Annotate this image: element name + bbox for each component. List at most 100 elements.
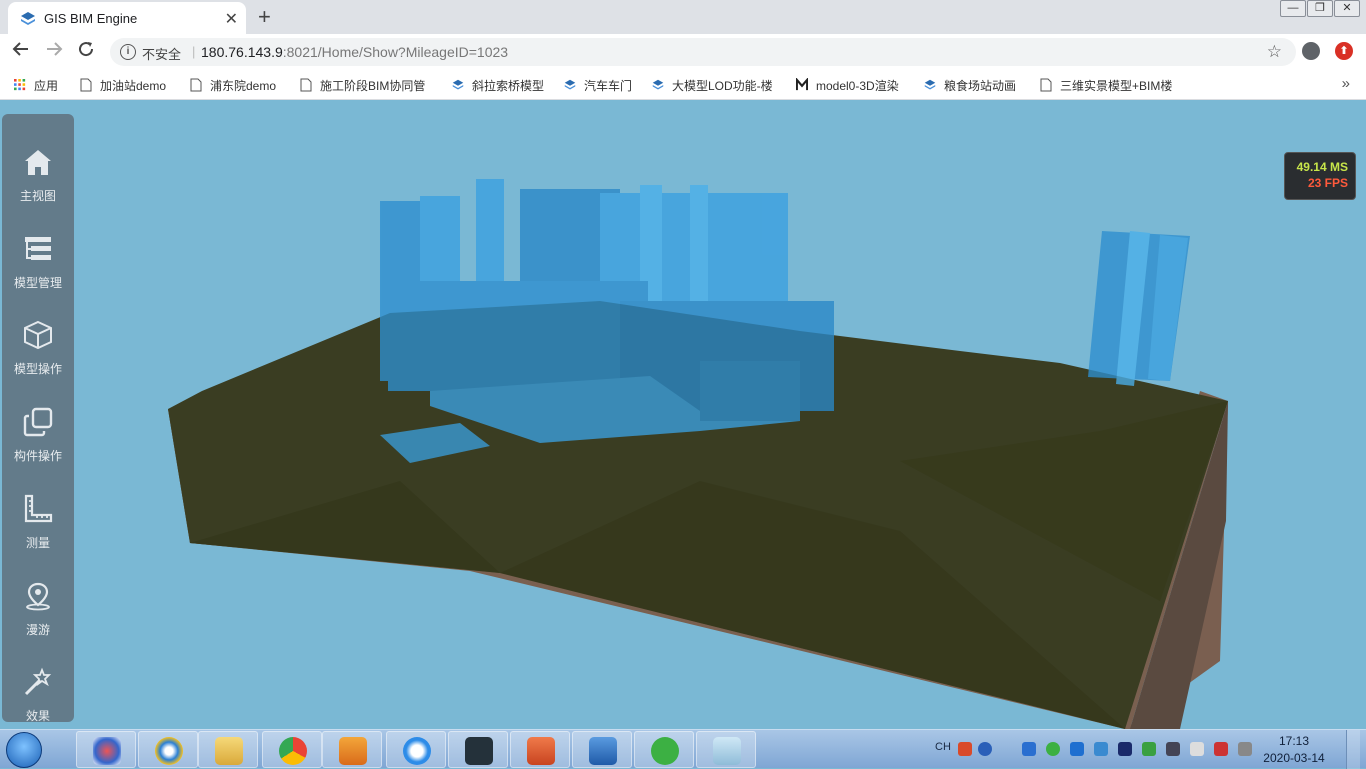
taskbar-app-cloud[interactable] <box>76 731 136 768</box>
app-logo-icon <box>924 79 936 90</box>
bookmarks-bar: 应用 加油站demo 浦东院demo 施工阶段BIM协同管 斜拉索桥模型 汽车车… <box>0 70 1366 100</box>
app-logo-icon <box>452 79 464 90</box>
forward-arrow-icon[interactable] <box>45 40 63 58</box>
url-text[interactable]: 180.76.143.9:8021/Home/Show?MileageID=10… <box>201 44 508 60</box>
bookmark-item[interactable]: 大模型LOD功能-楼 <box>652 77 773 94</box>
clipboard-icon[interactable] <box>1190 742 1204 756</box>
bookmark-label: 施工阶段BIM协同管 <box>320 79 426 93</box>
info-icon[interactable]: i <box>120 44 136 60</box>
taskbar-app-wechat[interactable] <box>634 731 694 768</box>
input-language-indicator[interactable]: CH <box>935 741 951 753</box>
bookmark-label: 汽车车门 <box>584 79 633 93</box>
notes-icon <box>713 737 741 765</box>
bookmark-star-icon[interactable]: ☆ <box>1267 42 1282 62</box>
taskbar-app-word[interactable] <box>572 731 632 768</box>
bookmark-apps[interactable]: 应用 <box>14 77 58 94</box>
address-bar[interactable]: i 不安全 | 180.76.143.9:8021/Home/Show?Mile… <box>110 38 1296 66</box>
sidebar-item-model-management[interactable]: 模型管理 <box>2 234 74 314</box>
sidebar-item-effects[interactable]: 效果 <box>2 667 74 729</box>
building-cluster-main[interactable] <box>380 179 834 443</box>
wechat-tray-icon[interactable] <box>1046 742 1060 756</box>
media-player-icon <box>339 737 367 765</box>
ie-browser-icon <box>155 737 183 765</box>
bookmarks-overflow-button[interactable]: » <box>1342 75 1350 92</box>
url-separator: | <box>192 44 196 59</box>
qq-browser-icon <box>403 737 431 765</box>
sidebar-item-label: 构件操作 <box>13 449 62 463</box>
bookmark-item[interactable]: 加油站demo <box>80 77 166 94</box>
extension-update-icon[interactable]: ⬆ <box>1335 42 1353 60</box>
sidebar-item-measure[interactable]: 测量 <box>2 494 74 574</box>
app-logo-icon <box>21 12 35 25</box>
bookmark-item[interactable]: 斜拉索桥模型 <box>452 77 544 94</box>
clock-time: 17:13 <box>1278 734 1310 748</box>
sogou-input-icon[interactable] <box>958 742 972 756</box>
sidebar-item-home-view[interactable]: 主视图 <box>2 147 74 227</box>
sidebar-item-roaming[interactable]: 漫游 <box>2 581 74 661</box>
system-clock[interactable]: 17:13 2020-03-14 <box>1254 733 1334 767</box>
bookmark-item[interactable]: model0-3D渲染 <box>796 77 899 94</box>
show-desktop-button[interactable] <box>1346 730 1360 769</box>
flag-alert-icon[interactable] <box>1214 742 1228 756</box>
browser-tab[interactable]: GIS BIM Engine ✕ <box>8 2 246 34</box>
url-host: 180.76.143.9 <box>201 44 283 60</box>
bookmark-label: 三维实景模型+BIM楼 <box>1060 79 1173 93</box>
volume-muted-icon[interactable] <box>1238 742 1252 756</box>
wechat-icon <box>651 737 679 765</box>
tab-close-icon[interactable]: ✕ <box>225 9 238 29</box>
scene-canvas[interactable] <box>0 101 1366 729</box>
sidebar-item-label: 测量 <box>25 536 50 550</box>
chrome-icon <box>279 737 307 765</box>
start-button[interactable] <box>6 732 42 768</box>
apps-grid-icon <box>14 79 26 91</box>
taskbar-app-feather[interactable] <box>448 731 508 768</box>
taskbar-app-chrome[interactable] <box>262 731 322 768</box>
location-pin-icon <box>26 582 50 611</box>
taskbar-app-powerpoint[interactable] <box>510 731 570 768</box>
url-path: :8021/Home/Show?MileageID=1023 <box>282 44 509 60</box>
profile-avatar-icon[interactable] <box>1302 42 1320 60</box>
bookmark-item[interactable]: 粮食场站动画 <box>924 77 1016 94</box>
frames-per-second: 23 FPS <box>1307 176 1348 190</box>
feather-app-icon <box>465 737 493 765</box>
sidebar-item-component-operation[interactable]: 构件操作 <box>2 407 74 487</box>
shield-tray-icon[interactable] <box>1094 742 1108 756</box>
taskbar-app-media[interactable] <box>322 731 382 768</box>
page-icon <box>1040 78 1052 92</box>
minimize-button[interactable]: — <box>1280 0 1306 17</box>
ruler-icon <box>24 494 53 523</box>
taskbar-app-notes[interactable] <box>696 731 756 768</box>
cloud-app-icon <box>93 737 121 765</box>
network-adapter-icon[interactable] <box>1022 742 1036 756</box>
bookmark-item[interactable]: 浦东院demo <box>190 77 276 94</box>
system-tray: CH 17:13 2020-03-14 <box>920 730 1360 769</box>
sidebar-item-label: 效果 <box>25 709 50 723</box>
maximize-button[interactable]: ❐ <box>1307 0 1333 17</box>
insecure-label: 不安全 <box>142 47 182 62</box>
bookmark-item[interactable]: 施工阶段BIM协同管 <box>300 77 438 94</box>
component-copy-icon <box>23 407 53 437</box>
security-shield-icon[interactable] <box>1070 742 1084 756</box>
sidebar-item-model-operation[interactable]: 模型操作 <box>2 320 74 400</box>
taskbar-app-ie[interactable] <box>138 731 198 768</box>
help-icon[interactable] <box>978 742 992 756</box>
bookmark-label: 大模型LOD功能-楼 <box>672 79 773 93</box>
pd-tray-icon[interactable] <box>1118 742 1132 756</box>
taskbar-app-qq-browser[interactable] <box>386 731 446 768</box>
bookmark-item[interactable]: 三维实景模型+BIM楼 <box>1040 77 1174 94</box>
app-logo-icon <box>652 79 664 90</box>
model-tree-icon <box>25 237 51 260</box>
m-logo-icon <box>796 78 808 91</box>
3d-viewport[interactable]: 主视图 模型管理 模型操作 构件操作 测量 漫游 效果 49.14 MS 23 <box>0 101 1366 729</box>
taskbar-app-explorer[interactable] <box>198 731 258 768</box>
signal-icon[interactable] <box>1166 742 1180 756</box>
close-window-button[interactable]: ✕ <box>1334 0 1360 17</box>
bookmark-item[interactable]: 汽车车门 <box>564 77 632 94</box>
new-tab-button[interactable]: + <box>258 4 271 30</box>
check-tray-icon[interactable] <box>1142 742 1156 756</box>
building-tower-right[interactable] <box>1088 231 1190 386</box>
reload-icon[interactable] <box>77 40 95 58</box>
back-arrow-icon[interactable] <box>12 40 30 58</box>
bookmark-label: 粮食场站动画 <box>944 79 1017 93</box>
frame-time-ms: 49.14 MS <box>1296 160 1348 174</box>
